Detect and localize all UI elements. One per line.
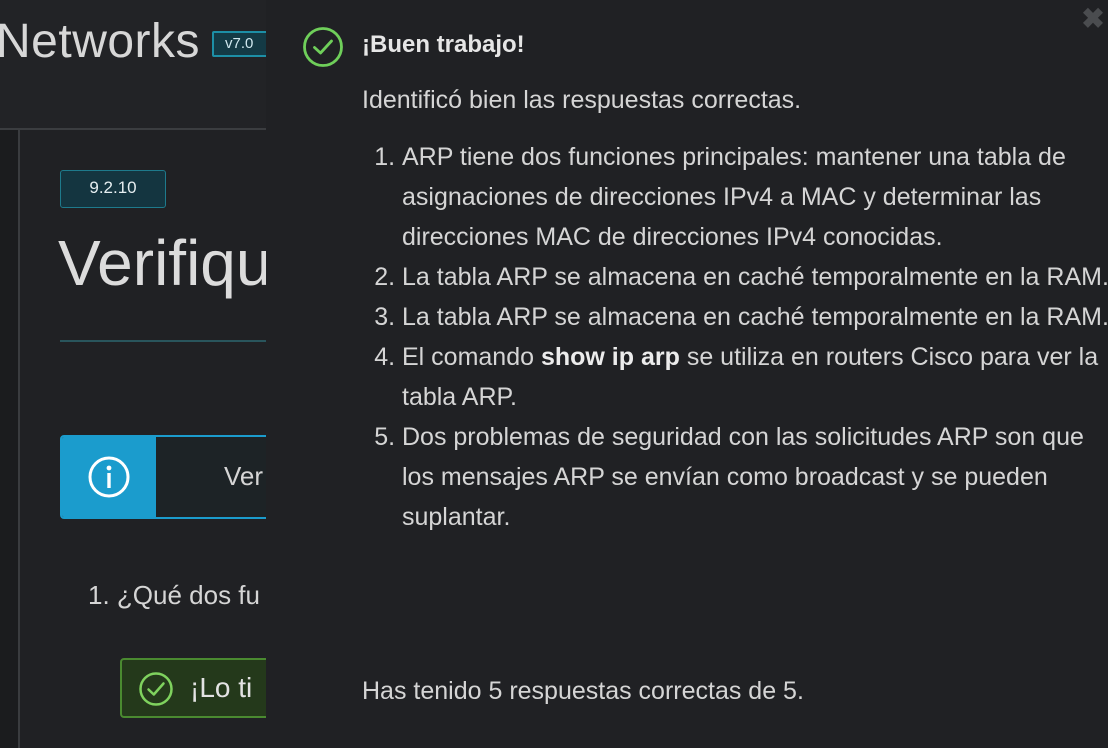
feedback-item: El comando show ip arp se utiliza en rou… [402,337,1108,417]
feedback-title: ¡Buen trabajo! [362,31,525,58]
info-callout-text: Ver [224,461,264,491]
feedback-panel: ✖ ¡Buen trabajo! Identificó bien las res… [266,0,1108,748]
got-it-label: ¡Lo ti [190,672,253,703]
title-divider [60,340,300,342]
close-icon[interactable]: ✖ [1080,5,1106,33]
feedback-list: ARP tiene dos funciones principales: man… [362,137,1108,537]
app-stage: Networks v7.0 9.2.10 Verifique Ver 1. ¿Q… [0,0,1108,748]
info-callout: Ver [60,435,300,519]
info-circle-icon [88,456,130,498]
feedback-item: Dos problemas de seguridad con las solic… [402,417,1108,537]
command-name: show ip arp [540,343,680,371]
feedback-intro: Identificó bien las respuestas correctas… [362,86,802,114]
header-divider [0,128,300,130]
course-header: Networks v7.0 [0,0,300,128]
feedback-item: ARP tiene dos funciones principales: man… [402,137,1108,257]
info-icon-block [62,437,156,517]
feedback-item: La tabla ARP se almacena en caché tempor… [402,257,1108,297]
feedback-item-text: El comando [402,343,541,371]
sidebar-rail[interactable] [0,130,20,748]
feedback-item: La tabla ARP se almacena en caché tempor… [402,297,1108,337]
feedback-score: Has tenido 5 respuestas correctas de 5. [362,677,804,705]
version-badge: v7.0 [212,31,272,57]
section-number-badge: 9.2.10 [60,170,166,208]
check-circle-icon [139,672,173,706]
course-brand: Networks [0,15,201,68]
check-circle-icon [303,27,343,67]
question-text: 1. ¿Qué dos fu [88,580,260,610]
